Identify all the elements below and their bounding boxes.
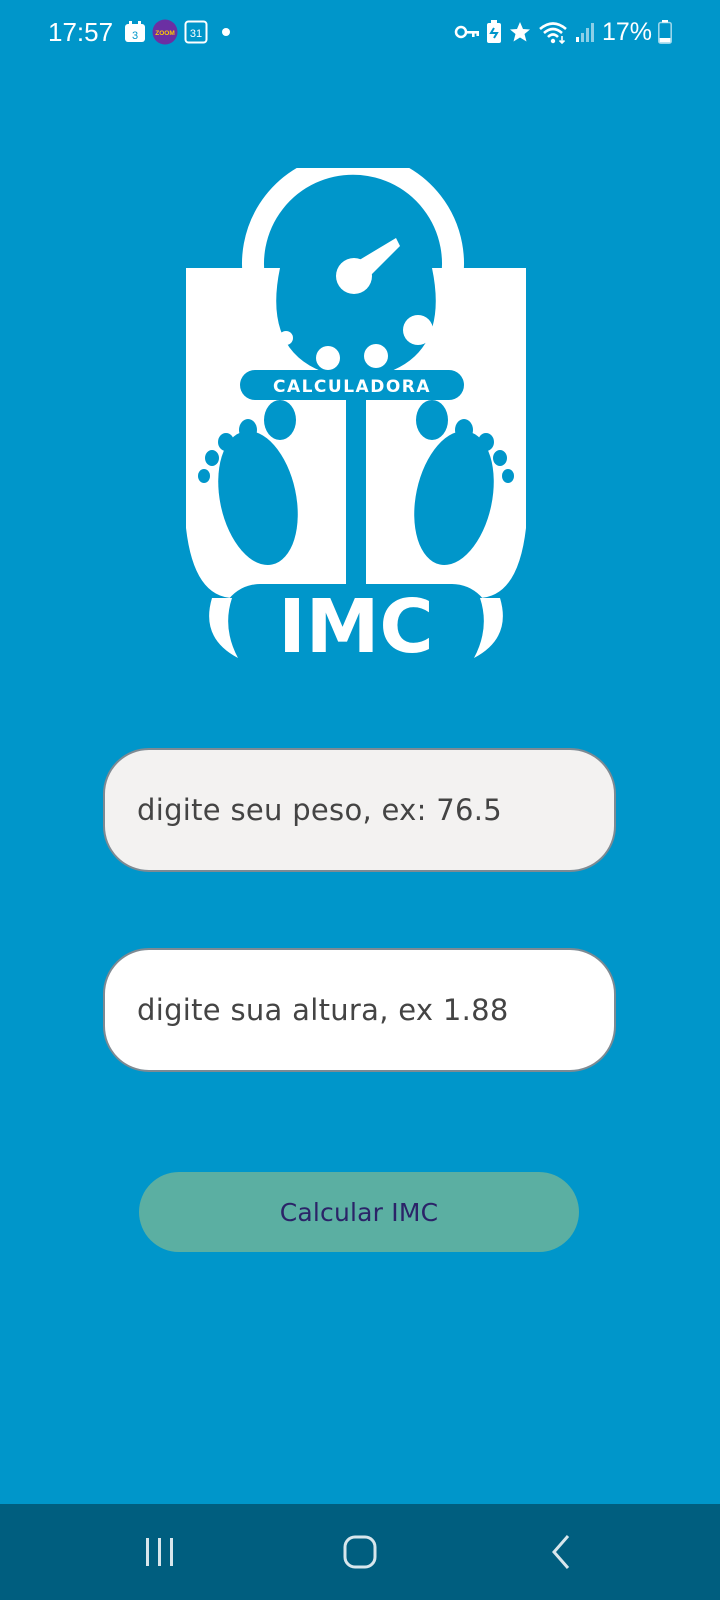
calendar-date: 31 [190, 28, 202, 40]
status-notification-icons: 3 ZOOM 31 [124, 19, 234, 45]
wifi-icon [539, 22, 567, 44]
weight-input[interactable]: digite seu peso, ex: 76.5 [103, 748, 616, 872]
screen: 17:57 3 ZOOM 31 17% CALCULADORA IMC digi… [0, 0, 720, 1600]
back-icon[interactable] [538, 1528, 586, 1576]
navigation-bar [0, 1504, 720, 1600]
battery-icon [658, 20, 672, 44]
calculate-imc-button[interactable]: Calcular IMC [139, 1172, 579, 1252]
recent-apps-icon[interactable] [136, 1528, 184, 1576]
height-input-placeholder: digite sua altura, ex 1.88 [137, 993, 509, 1027]
imc-calculator-logo: CALCULADORA IMC [186, 168, 526, 668]
height-input[interactable]: digite sua altura, ex 1.88 [103, 948, 616, 1072]
weight-input-placeholder: digite seu peso, ex: 76.5 [137, 793, 503, 827]
logo-calculadora-text: CALCULADORA [273, 377, 431, 397]
signal-icon [575, 23, 594, 42]
battery-percent: 17% [601, 18, 652, 46]
home-icon[interactable] [336, 1528, 384, 1576]
more-notifications-dot-icon [222, 28, 230, 36]
zoom-app-label: ZOOM [155, 30, 175, 37]
calendar-day: 3 [132, 30, 138, 42]
calculate-imc-button-label: Calcular IMC [279, 1197, 439, 1227]
status-bar: 17:57 3 ZOOM 31 17% [0, 0, 720, 64]
zoom-app-icon: ZOOM [152, 19, 178, 45]
logo-imc-text: IMC [278, 584, 433, 668]
star-icon [509, 22, 530, 42]
battery-saver-icon [486, 20, 501, 43]
vpn-key-icon [454, 25, 479, 39]
calendar-icon: 3 [125, 21, 145, 42]
calendar-date-icon: 31 [184, 20, 208, 44]
status-system-icons: 17% [454, 16, 672, 48]
status-time: 17:57 [48, 17, 114, 47]
